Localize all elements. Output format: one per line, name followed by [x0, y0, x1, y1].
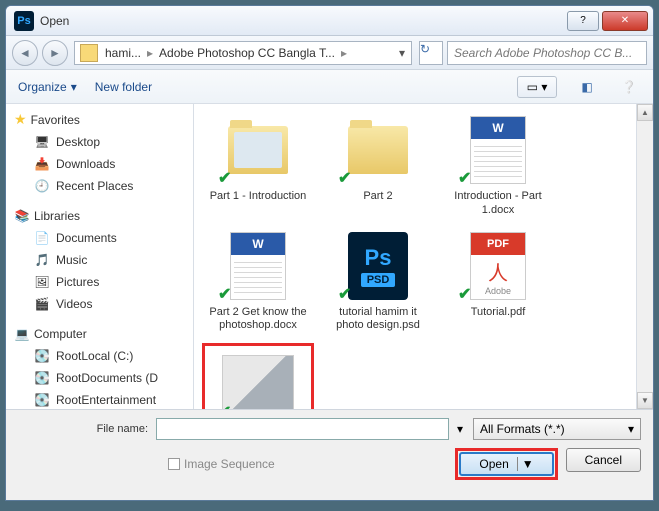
chevron-down-icon: ▾ — [628, 422, 634, 436]
check-icon: ✔ — [218, 284, 231, 304]
file-thumb: ✔ — [222, 114, 294, 186]
help-button[interactable]: ? — [567, 11, 599, 31]
file-thumb: W✔ — [222, 230, 294, 302]
open-button[interactable]: Open▼ — [459, 452, 553, 476]
breadcrumb-seg[interactable]: Adobe Photoshop CC Bangla T... — [155, 46, 339, 60]
cancel-button[interactable]: Cancel — [566, 448, 641, 472]
new-folder-button[interactable]: New folder — [95, 80, 152, 94]
sidebar-item-recent[interactable]: 🕘Recent Places — [6, 175, 193, 197]
file-item[interactable]: ✔ Part 2 — [322, 112, 434, 220]
file-list: ✔ Part 1 - Introduction ✔ Part 2 W✔ Introduct… — [194, 104, 636, 409]
titlebar: Ps Open ? ✕ — [6, 6, 653, 36]
file-thumb: W✔ — [462, 114, 534, 186]
preview-pane-button[interactable]: ◧ — [575, 76, 599, 98]
folder-icon — [80, 44, 98, 62]
view-button[interactable]: ▭ ▾ — [517, 76, 557, 98]
file-thumb: PsPSD✔ — [342, 230, 414, 302]
check-icon: ✔ — [338, 284, 351, 304]
sidebar-item-desktop[interactable]: 🖥Desktop — [6, 131, 193, 153]
desktop-icon: 🖥 — [34, 134, 50, 150]
sidebar-favorites[interactable]: ★Favorites — [6, 108, 193, 131]
file-label: tutorial hamim it photo design.psd — [324, 306, 432, 334]
file-thumb: ✔ — [342, 114, 414, 186]
photoshop-icon: Ps — [14, 11, 34, 31]
check-icon: ✔ — [218, 402, 231, 409]
check-icon: ✔ — [218, 168, 231, 188]
sidebar-item-music[interactable]: 🎵Music — [6, 249, 193, 271]
file-filter-dropdown[interactable]: All Formats (*.*)▾ — [473, 418, 641, 440]
pictures-icon: 🖼 — [34, 274, 50, 290]
breadcrumb-seg[interactable]: hami... — [101, 46, 145, 60]
sidebar-item-videos[interactable]: 🎬Videos — [6, 293, 193, 315]
star-icon: ★ — [14, 111, 27, 128]
scrollbar[interactable]: ▲ ▼ — [636, 104, 653, 409]
file-thumb: ✔ — [222, 348, 294, 409]
file-item[interactable]: PDF人Adobe✔ Tutorial.pdf — [442, 228, 554, 336]
sidebar-item-documents[interactable]: 📄Documents — [6, 227, 193, 249]
breadcrumb-dropdown[interactable]: ▾ — [395, 46, 409, 60]
file-label: Part 2 — [363, 190, 392, 204]
sidebar-item-downloads[interactable]: 📥Downloads — [6, 153, 193, 175]
file-item[interactable]: W✔ Part 2 Get know the photoshop.docx — [202, 228, 314, 336]
sidebar-libraries[interactable]: 📚Libraries — [6, 205, 193, 227]
file-label: Part 1 - Introduction — [210, 190, 307, 204]
open-dropdown[interactable]: ▼ — [517, 457, 534, 471]
breadcrumb[interactable]: hami... ▸ Adobe Photoshop CC Bangla T...… — [74, 41, 412, 65]
drive-icon: 💽 — [34, 392, 50, 408]
filename-label: File name: — [18, 423, 148, 435]
filename-input[interactable] — [156, 418, 449, 440]
forward-button[interactable]: ► — [42, 40, 68, 66]
file-item[interactable]: W✔ Introduction - Part 1.docx — [442, 112, 554, 220]
scroll-up-button[interactable]: ▲ — [637, 104, 653, 121]
drive-icon: 💽 — [34, 348, 50, 364]
chevron-down-icon: ▾ — [71, 80, 77, 94]
file-item[interactable]: ✔ Part 1 - Introduction — [202, 112, 314, 220]
chevron-down-icon[interactable]: ▾ — [457, 422, 465, 436]
highlight-open: Open▼ — [455, 448, 557, 480]
file-label: Part 2 Get know the photoshop.docx — [204, 306, 312, 334]
sidebar-item-drive-d[interactable]: 💽RootDocuments (D — [6, 367, 193, 389]
sidebar: ★Favorites 🖥Desktop 📥Downloads 🕘Recent P… — [6, 104, 194, 409]
chevron-right-icon: ▸ — [145, 46, 155, 60]
close-button[interactable]: ✕ — [602, 11, 648, 31]
back-button[interactable]: ◄ — [12, 40, 38, 66]
computer-icon: 💻 — [14, 326, 30, 342]
open-dialog: Ps Open ? ✕ ◄ ► hami... ▸ Adobe Photosho… — [5, 5, 654, 501]
downloads-icon: 📥 — [34, 156, 50, 172]
sidebar-item-pictures[interactable]: 🖼Pictures — [6, 271, 193, 293]
footer: File name: ▾ All Formats (*.*)▾ Image Se… — [6, 409, 653, 500]
check-icon: ✔ — [458, 284, 471, 304]
file-item[interactable]: ✔tutorial-hamim-it-photo-design.jpg — [202, 343, 314, 409]
nav-bar: ◄ ► hami... ▸ Adobe Photoshop CC Bangla … — [6, 36, 653, 70]
scroll-down-button[interactable]: ▼ — [637, 392, 653, 409]
sidebar-computer[interactable]: 💻Computer — [6, 323, 193, 345]
chevron-right-icon: ▸ — [339, 46, 349, 60]
window-title: Open — [40, 14, 567, 28]
sidebar-item-drive-e[interactable]: 💽RootEntertainment — [6, 389, 193, 409]
file-label: Introduction - Part 1.docx — [444, 190, 552, 218]
sidebar-item-drive-c[interactable]: 💽RootLocal (C:) — [6, 345, 193, 367]
file-item[interactable]: PsPSD✔ tutorial hamim it photo design.psd — [322, 228, 434, 336]
music-icon: 🎵 — [34, 252, 50, 268]
file-label: Tutorial.pdf — [471, 306, 526, 320]
recent-icon: 🕘 — [34, 178, 50, 194]
organize-button[interactable]: Organize ▾ — [18, 80, 77, 94]
help-icon[interactable]: ❔ — [617, 76, 641, 98]
search-input[interactable]: Search Adobe Photoshop CC B... — [447, 41, 647, 65]
documents-icon: 📄 — [34, 230, 50, 246]
check-icon: ✔ — [338, 168, 351, 188]
search-placeholder: Search Adobe Photoshop CC B... — [454, 46, 632, 60]
refresh-button[interactable]: ↻ — [419, 41, 443, 65]
toolbar: Organize ▾ New folder ▭ ▾ ◧ ❔ — [6, 70, 653, 104]
check-icon: ✔ — [458, 168, 471, 188]
file-thumb: PDF人Adobe✔ — [462, 230, 534, 302]
image-sequence-checkbox[interactable]: Image Sequence — [168, 457, 275, 471]
drive-icon: 💽 — [34, 370, 50, 386]
videos-icon: 🎬 — [34, 296, 50, 312]
libraries-icon: 📚 — [14, 208, 30, 224]
